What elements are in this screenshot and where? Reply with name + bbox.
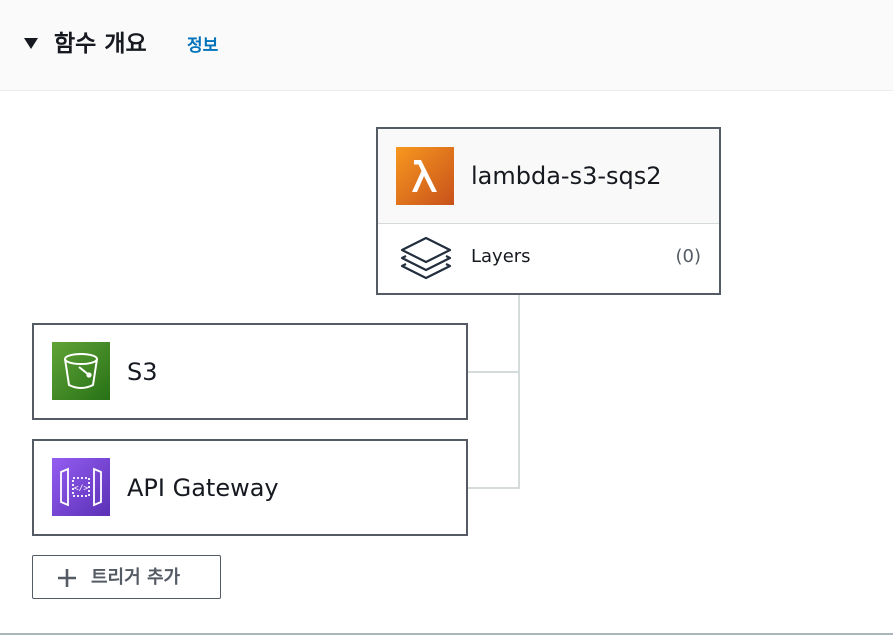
connector-api-gateway [468, 487, 520, 489]
layers-icon [398, 235, 454, 283]
function-header[interactable]: lambda-s3-sqs2 [378, 129, 719, 224]
svg-text:</>: </> [74, 484, 89, 493]
info-link[interactable]: 정보 [187, 34, 218, 58]
api-gateway-icon: </> [52, 458, 110, 516]
function-name: lambda-s3-sqs2 [471, 162, 662, 190]
add-trigger-label: 트리거 추가 [91, 567, 181, 588]
s3-bucket-icon [52, 342, 110, 400]
trigger-api-gateway[interactable]: </> API Gateway [32, 439, 468, 536]
caret-down-icon[interactable] [24, 38, 38, 49]
trigger-s3[interactable]: S3 [32, 323, 468, 420]
add-trigger-button[interactable]: 트리거 추가 [32, 555, 221, 599]
lambda-icon [396, 147, 454, 205]
layers-label: Layers [471, 246, 531, 267]
function-card: lambda-s3-sqs2 Layers (0) [376, 127, 721, 295]
section-title[interactable]: 함수 개요 [54, 28, 147, 60]
connector-s3 [468, 371, 520, 373]
section-divider [0, 633, 893, 635]
function-overview-header: 함수 개요 정보 [0, 0, 893, 91]
layers-count: (0) [675, 246, 702, 267]
trigger-label-api-gateway: API Gateway [127, 474, 279, 502]
connector-vertical [518, 295, 520, 489]
layers-row[interactable]: Layers (0) [378, 224, 719, 293]
plus-icon [56, 567, 78, 589]
trigger-label-s3: S3 [127, 358, 158, 386]
